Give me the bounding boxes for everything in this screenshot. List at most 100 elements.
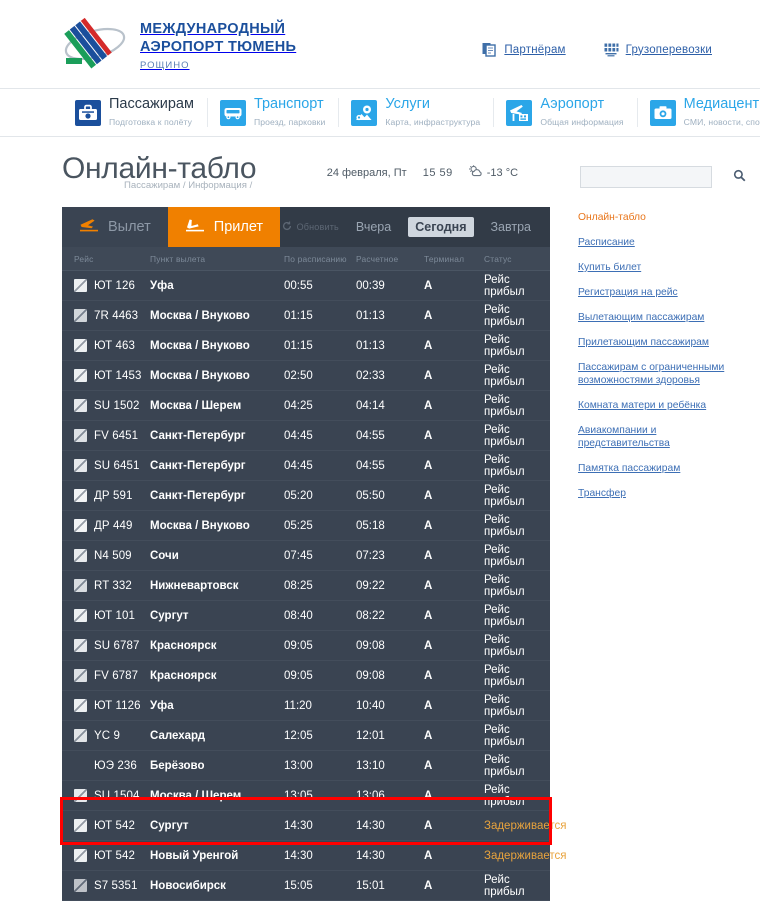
cell-flight: ЮТ 1453 [62,369,150,382]
nav-item-transport[interactable]: Транспорт Проезд, парковки [206,89,338,136]
table-row[interactable]: FV 6787 Красноярск 09:05 09:08 A Рейс прибыл [62,661,550,691]
table-row[interactable]: 7R 4463 Москва / Внуково 01:15 01:13 A Рейс п… [62,301,550,331]
flight-number: SU 1504 [94,789,140,802]
cell-origin: Нижневартовск [150,579,239,592]
airline-logo-icon [74,609,87,622]
nav-item-passengers[interactable]: Пассажирам Подготовка к полёту [62,89,207,136]
table-row[interactable]: S7 5351 Новосибирск 15:05 15:01 A Рейс прибыл [62,871,550,901]
page-title: Онлайн-табло [62,152,257,185]
flight-number: ЮТ 463 [94,339,135,352]
airline-logo-icon [74,279,87,292]
nav-item-mediacenter[interactable]: Медиацентр СМИ, новости, спотти н [636,89,760,136]
cell-estimated-time: 10:40 [356,699,385,712]
site-logo[interactable]: МЕЖДУНАРОДНЫЙ АЭРОПОРТ ТЮМЕНЬ РОЩИНО [62,14,296,71]
nav-item-services[interactable]: Услуги Карта, инфраструктура [338,89,493,136]
cell-flight: ЮТ 101 [62,609,150,622]
sidebar-item-9[interactable]: Памятка пассажирам [578,462,728,475]
status-badge: Рейс прибыл [484,783,525,808]
cell-estimated-time: 04:55 [356,459,385,472]
cell-scheduled-time: 00:55 [284,279,313,292]
cell-scheduled-time: 14:30 [284,819,313,832]
nav-item-services-text: Услуги Карта, инфраструктура [385,96,480,130]
table-row[interactable]: FV 6451 Санкт-Петербург 04:45 04:55 A Рейс пр… [62,421,550,451]
table-row[interactable]: SU 1504 Москва / Шерем 13:05 13:06 A Рейс при… [62,781,550,811]
table-row[interactable]: ЮТ 542 Новый Уренгой 14:30 14:30 A Задерживае… [62,841,566,871]
cargo-icon [604,42,619,57]
airline-logo-icon [74,309,87,322]
search-input[interactable] [581,171,733,183]
table-row[interactable]: ЮТ 101 Сургут 08:40 08:22 A Рейс прибыл [62,601,550,631]
status-badge: Рейс прибыл [484,723,525,748]
tab-arrivals[interactable]: Прилет [167,207,281,247]
site-search[interactable] [580,166,746,188]
sidebar-item-2[interactable]: Купить билет [578,261,728,274]
cell-scheduled-time: 04:45 [284,429,313,442]
table-row[interactable]: YC 9 Салехард 12:05 12:01 A Рейс прибыл [62,721,550,751]
top-link-partners[interactable]: Партнёрам [482,42,565,57]
table-row[interactable]: RT 332 Нижневартовск 08:25 09:22 A Рейс прибы… [62,571,550,601]
weather-readout: -13 °C [468,164,518,181]
cell-flight: SU 6451 [62,459,150,472]
sidebar-item-7[interactable]: Комната матери и ребёнка [578,399,728,412]
search-icon [733,169,746,185]
table-row[interactable]: ДР 449 Москва / Внуково 05:25 05:18 A Рейс пр… [62,511,550,541]
sidebar-item-5[interactable]: Прилетающим пассажирам [578,336,728,349]
flight-number: SU 6787 [94,639,140,652]
nav-item-airport-text: Аэропорт Общая информация [540,96,623,130]
day-filter-tomorrow[interactable]: Завтра [484,217,539,237]
table-row[interactable]: ЮТ 126 Уфа 00:55 00:39 A Рейс прибыл [62,271,550,301]
status-badge: Задерживается [484,819,567,832]
table-row[interactable]: SU 1502 Москва / Шерем 04:25 04:14 A Рейс при… [62,391,550,421]
airline-logo-icon [74,459,87,472]
table-row[interactable]: ЮТ 1453 Москва / Внуково 02:50 02:33 A Рейс п… [62,361,550,391]
day-filter-today[interactable]: Сегодня [408,217,474,237]
status-badge: Рейс прибыл [484,543,525,568]
nav-item-transport-text: Транспорт Проезд, парковки [254,96,325,130]
cell-flight: FV 6787 [62,669,150,682]
nav-item-airport[interactable]: Аэропорт Общая информация [493,89,636,136]
cell-origin: Санкт-Петербург [150,489,246,502]
cell-terminal: A [424,339,433,352]
cell-origin: Новый Уренгой [150,849,239,862]
table-row[interactable]: ДР 591 Санкт-Петербург 05:20 05:50 A Рейс при… [62,481,550,511]
table-row[interactable]: SU 6451 Санкт-Петербург 04:45 04:55 A Рейс пр… [62,451,550,481]
sidebar-item-1[interactable]: Расписание [578,236,728,249]
logo-subtitle: РОЩИНО [140,60,190,71]
table-row[interactable]: ЮТ 542 Сургут 14:30 14:30 A Задерживается [62,811,566,841]
cell-estimated-time: 05:18 [356,519,385,532]
table-row[interactable]: SU 6787 Красноярск 09:05 09:08 A Рейс прибыл [62,631,550,661]
status-badge: Рейс прибыл [484,573,525,598]
cell-scheduled-time: 14:30 [284,849,313,862]
board-column-headers: Рейс Пункт вылета По расписанию Расчетно… [62,247,550,271]
cell-scheduled-time: 01:15 [284,309,313,322]
sidebar-item-10[interactable]: Трансфер [578,487,728,500]
nav-item-services-desc: Карта, инфраструктура [385,116,481,127]
refresh-button[interactable]: Обновить [282,221,339,233]
tab-departures[interactable]: Вылет [62,207,168,247]
day-filter-yesterday[interactable]: Вчера [349,217,398,237]
cell-scheduled-time: 05:20 [284,489,313,502]
bus-icon [219,99,246,126]
cell-origin: Москва / Внуково [150,519,250,532]
cell-estimated-time: 05:50 [356,489,385,502]
search-button[interactable] [733,167,746,187]
status-badge: Рейс прибыл [484,393,525,418]
cell-flight: ЮТ 126 [62,279,150,292]
flight-number: FV 6451 [94,429,139,442]
table-row[interactable]: N4 509 Сочи 07:45 07:23 A Рейс прибыл [62,541,550,571]
table-row[interactable]: ЮЭ 236 Берёзово 13:00 13:10 A Рейс прибыл [62,751,550,781]
refresh-icon [282,221,292,233]
top-link-cargo[interactable]: Грузоперевозки [604,42,712,57]
sidebar-item-8[interactable]: Авиакомпании и представительства [578,424,728,450]
sidebar-item-6[interactable]: Пассажирам с ограниченными возможностями… [578,361,728,387]
airline-logo-icon [74,699,87,712]
sidebar-item-3[interactable]: Регистрация на рейс [578,286,728,299]
airline-logo-icon [74,819,87,832]
column-header-flight: Рейс [74,253,94,264]
table-row[interactable]: ЮТ 463 Москва / Внуково 01:15 01:13 A Рейс пр… [62,331,550,361]
sidebar-item-0[interactable]: Онлайн-табло [578,211,728,224]
table-row[interactable]: ЮТ 1126 Уфа 11:20 10:40 A Рейс прибыл [62,691,550,721]
sidebar-item-4[interactable]: Вылетающим пассажирам [578,311,728,324]
nav-item-airport-title: Аэропорт [540,95,605,112]
cell-estimated-time: 02:33 [356,369,385,382]
